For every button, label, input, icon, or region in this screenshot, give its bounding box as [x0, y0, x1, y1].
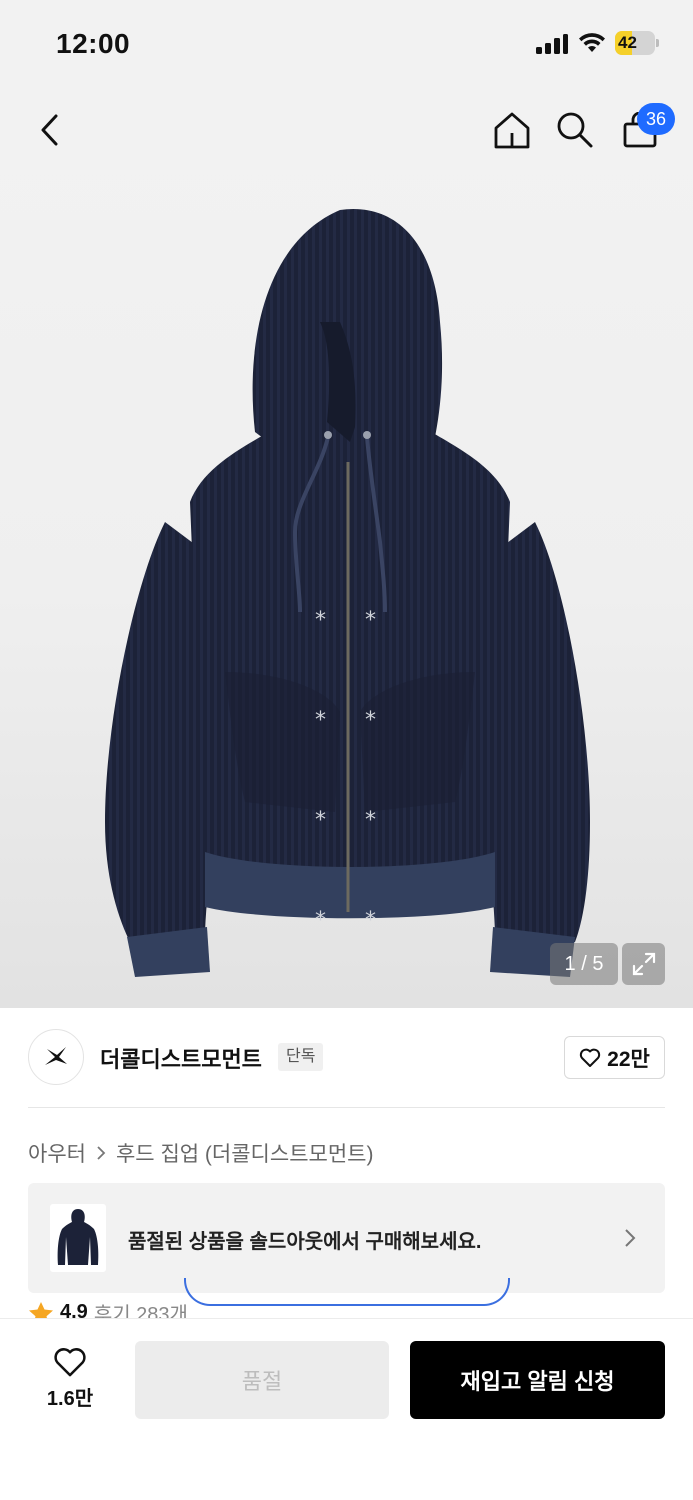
svg-text:*: * [315, 908, 326, 933]
brand-row: 더콜디스트모먼트 단독 22만 [28, 1027, 665, 1087]
breadcrumb: 아우터 후드 집업 (더콜디스트모먼트) [28, 1138, 373, 1168]
back-chevron-icon [41, 114, 58, 146]
product-image: * * * * * * * * [105, 208, 590, 977]
breadcrumb-category[interactable]: 아우터 [28, 1138, 86, 1168]
svg-text:*: * [315, 708, 326, 733]
svg-text:*: * [365, 908, 376, 933]
bottom-action-bar: 1.6만 품절 재입고 알림 신청 [0, 1318, 693, 1500]
breadcrumb-subcategory[interactable]: 후드 집업 (더콜디스트모먼트) [116, 1138, 374, 1168]
search-button[interactable] [551, 106, 599, 154]
banner-thumbnail [50, 1204, 106, 1272]
wifi-icon [579, 33, 605, 52]
signal-icon [536, 34, 568, 54]
heart-icon [580, 1048, 601, 1067]
home-button[interactable] [488, 106, 536, 154]
expand-button[interactable] [622, 943, 665, 985]
restock-alert-button[interactable]: 재입고 알림 신청 [410, 1341, 665, 1419]
status-bar: 12:00 42 [0, 0, 693, 90]
divider [28, 1107, 665, 1108]
heart-icon [54, 1348, 86, 1377]
image-counter: 1 / 5 [550, 943, 618, 985]
chevron-right-icon [625, 1229, 636, 1247]
svg-text:*: * [365, 708, 376, 733]
expand-icon [632, 952, 655, 976]
banner-text: 품절된 상품을 솔드아웃에서 구매해보세요. [128, 1231, 482, 1253]
brand-like-count: 22만 [607, 1047, 650, 1071]
status-time: 12:00 [56, 28, 131, 59]
search-icon [557, 112, 593, 148]
brand-logo[interactable] [28, 1029, 84, 1085]
svg-text:*: * [315, 608, 326, 633]
wishlist-button[interactable]: 1.6만 [32, 1347, 108, 1411]
soldout-banner[interactable]: 품절된 상품을 솔드아웃에서 구매해보세요. [28, 1183, 665, 1293]
svg-text:*: * [365, 608, 376, 633]
soldout-button: 품절 [135, 1341, 389, 1419]
brand-star-logo-icon [45, 1047, 67, 1065]
wishlist-count: 1.6만 [46, 1388, 94, 1410]
exclusive-badge: 단독 [278, 1043, 324, 1071]
svg-text:*: * [365, 808, 376, 833]
chevron-right-icon [96, 1145, 106, 1161]
brand-like-button[interactable]: 22만 [564, 1036, 665, 1079]
tooltip-outline [184, 1278, 510, 1306]
battery-level: 42 [618, 33, 637, 52]
product-image-gallery[interactable]: * * * * * * * * [0, 90, 693, 1008]
battery-charging-icon: 42 [615, 31, 659, 55]
brand-name[interactable]: 더콜디스트모먼트 [100, 1042, 262, 1074]
svg-text:*: * [315, 808, 326, 833]
home-icon [494, 112, 530, 149]
back-button[interactable] [26, 106, 74, 154]
cart-count-badge: 36 [637, 103, 675, 135]
